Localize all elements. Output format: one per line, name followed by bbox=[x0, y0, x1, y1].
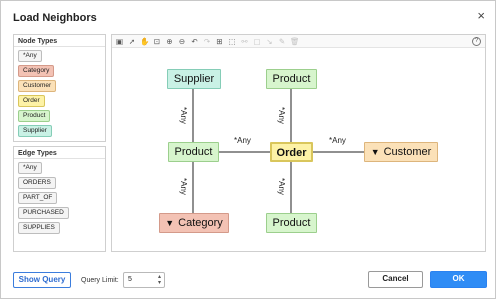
node-label: Product bbox=[272, 217, 311, 229]
node-category[interactable]: ▼ Category bbox=[159, 213, 229, 233]
node-product-top[interactable]: Product bbox=[266, 69, 317, 89]
edge-type-chip[interactable]: PURCHASED bbox=[18, 207, 69, 219]
node-type-chip[interactable]: Product bbox=[18, 110, 51, 122]
edge-type-chip[interactable]: PART_OF bbox=[18, 192, 58, 204]
node-product-left[interactable]: Product bbox=[168, 142, 219, 162]
edge-types-header: Edge Types bbox=[14, 147, 105, 159]
filter-icon: ▼ bbox=[370, 147, 380, 157]
node-types-list: *Any Category Customer Order Product Supplier bbox=[14, 47, 105, 143]
node-types-header: Node Types bbox=[14, 35, 105, 47]
node-type-chip[interactable]: Category bbox=[18, 65, 55, 77]
node-type-chip[interactable]: Customer bbox=[18, 80, 57, 92]
node-label: Product bbox=[272, 73, 311, 85]
node-label: Customer bbox=[383, 146, 432, 158]
close-icon[interactable]: × bbox=[477, 9, 485, 23]
load-neighbors-dialog: Load Neighbors × Node Types *Any Category… bbox=[0, 0, 496, 299]
edge-types-panel: Edge Types *Any ORDERS PART_OF PURCHASED SUP… bbox=[13, 146, 106, 252]
edge-type-chip[interactable]: SUPPLIES bbox=[18, 222, 60, 234]
node-customer[interactable]: ▼ Customer bbox=[364, 142, 438, 162]
node-type-chip[interactable]: Order bbox=[18, 95, 45, 107]
query-limit-select[interactable]: 5 ▴ ▾ bbox=[123, 272, 165, 288]
edge-label: *Any bbox=[234, 136, 251, 145]
node-product-bottom[interactable]: Product bbox=[266, 213, 317, 233]
query-limit-label: Query Limit: bbox=[81, 277, 119, 284]
edge-type-chip[interactable]: *Any bbox=[18, 162, 42, 174]
node-label: Category bbox=[178, 217, 223, 229]
graph-canvas[interactable]: ? ▣ ➚ ✋ ⊡ ⊕ ⊖ ↶ ↷ ⊞ ⬚ ⚯ ▢ ↘ ✎ 🗑 Supplier Product Produ… bbox=[111, 34, 486, 252]
dialog-title: Load Neighbors bbox=[13, 12, 97, 24]
show-query-button[interactable]: Show Query bbox=[13, 272, 71, 288]
node-order[interactable]: Order bbox=[270, 142, 313, 162]
edge-label: *Any bbox=[277, 107, 286, 124]
ok-button[interactable]: OK bbox=[430, 271, 487, 288]
cancel-button[interactable]: Cancel bbox=[368, 271, 423, 288]
filter-icon: ▼ bbox=[165, 218, 175, 228]
edge-label: *Any bbox=[329, 136, 346, 145]
stepper-arrows-icon: ▴ ▾ bbox=[157, 274, 161, 286]
node-label: Order bbox=[276, 147, 307, 159]
edge-label: *Any bbox=[277, 178, 286, 195]
edge-label: *Any bbox=[179, 178, 188, 195]
edge-type-chip[interactable]: ORDERS bbox=[18, 177, 56, 189]
edge-label: *Any bbox=[179, 107, 188, 124]
node-type-chip[interactable]: Supplier bbox=[18, 125, 52, 137]
node-supplier[interactable]: Supplier bbox=[167, 69, 221, 89]
query-limit-value: 5 bbox=[128, 276, 132, 283]
edge-types-list: *Any ORDERS PART_OF PURCHASED SUPPLIES bbox=[14, 159, 105, 240]
node-types-panel: Node Types *Any Category Customer Order Prod… bbox=[13, 34, 106, 142]
node-label: Product bbox=[174, 146, 213, 158]
node-label: Supplier bbox=[173, 73, 215, 85]
node-type-chip[interactable]: *Any bbox=[18, 50, 42, 62]
